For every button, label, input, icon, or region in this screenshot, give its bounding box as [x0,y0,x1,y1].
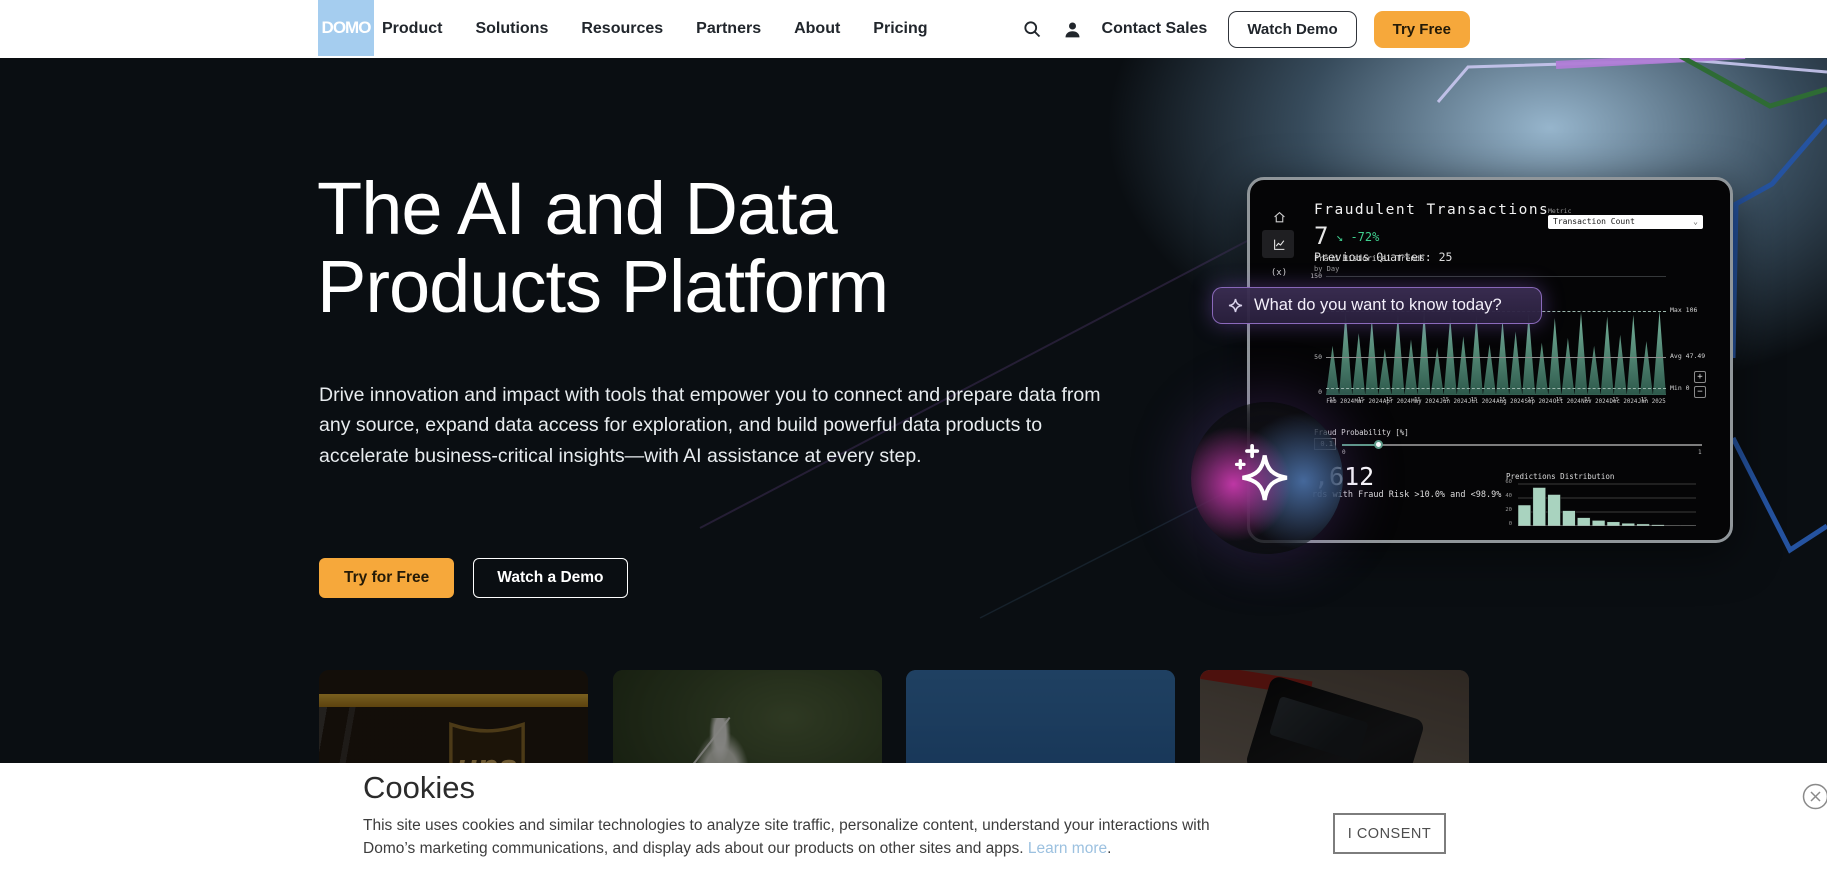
consent-button[interactable]: I CONSENT [1333,813,1446,854]
top-nav: DOMO Product Solutions Resources Partner… [0,0,1827,58]
nav-links: Product Solutions Resources Partners Abo… [382,0,928,58]
try-free-button[interactable]: Try Free [1374,11,1470,48]
nav-item-product[interactable]: Product [382,20,442,38]
chart-zoom-in-button[interactable]: + [1694,371,1706,383]
month-label: 115Mar 2024 [1354,397,1382,419]
kpi-value: 7 [1314,222,1328,250]
cookie-banner: Cookies This site uses cookies and simil… [0,763,1827,887]
month-label: 115Feb 2024 [1326,397,1354,419]
hero-title: The AI and Data Products Platform [317,170,888,327]
dashboard-title: Fraudulent Transactions [1314,202,1549,218]
ups-storefront-glass [319,707,429,763]
ups-shield-logo: ups [444,712,530,763]
card-building-sky[interactable] [906,670,1175,763]
account-icon[interactable] [1061,17,1085,41]
hist-ytick-0: 0 [1494,521,1512,527]
nav-item-solutions[interactable]: Solutions [475,20,548,38]
chart-icon[interactable] [1268,233,1290,255]
trend-chart-title: Fraud Historical Trends [1314,254,1425,263]
ai-prompt-tooltip[interactable]: What do you want to know today? [1212,287,1542,324]
golf-club [674,717,731,763]
hist-ytick-40: 40 [1494,493,1512,499]
customer-cards-row: ups [0,670,1827,763]
slider-min-label: 0 [1342,449,1346,456]
probability-slider-fill [1342,444,1378,446]
card-golfer[interactable] [613,670,882,763]
month-label: 115Sep 2024 [1524,397,1552,419]
search-icon[interactable] [1020,17,1044,41]
hero-description: Drive innovation and impact with tools t… [319,380,1109,471]
cookie-body: This site uses cookies and similar techn… [363,815,1263,861]
avg-line [1326,357,1666,358]
sparkle-icon [1227,297,1244,314]
variables-icon[interactable]: (x) [1268,262,1290,284]
cookie-close-icon[interactable] [1802,783,1827,810]
domo-logo[interactable]: DOMO [318,0,374,56]
learn-more-link[interactable]: Learn more [1028,840,1107,857]
building-corner [906,670,1175,763]
hero-section: The AI and Data Products Platform Drive … [0,58,1827,763]
probability-slider-track[interactable] [1342,444,1702,446]
annotation-avg: Avg 47.49 [1670,352,1705,360]
nav-item-partners[interactable]: Partners [696,20,761,38]
annotation-min: Min 0 [1670,384,1690,392]
ai-sparkle-icon [1224,437,1298,511]
kpi-delta: ↘ -72% [1336,230,1379,244]
min-line [1326,388,1666,389]
watch-demo-button[interactable]: Watch Demo [1228,11,1356,48]
card-ups-storefront[interactable]: ups [319,670,588,763]
month-label: 115Dec 2024 [1609,397,1637,419]
hist-ytick-60: 60 [1494,479,1512,485]
annotation-max: Max 106 [1670,306,1697,314]
try-for-free-button[interactable]: Try for Free [319,558,454,598]
contact-sales-link[interactable]: Contact Sales [1102,20,1208,38]
y-axis-150: 150 [1306,272,1322,280]
card-car-aerial[interactable] [1200,670,1469,763]
nav-actions: Contact Sales Watch Demo Try Free [1020,0,1470,58]
hero-cta-row: Try for Free Watch a Demo [319,558,628,598]
golfer-figure [685,718,755,763]
building-shadow-face [906,670,1175,763]
nav-item-about[interactable]: About [794,20,840,38]
month-label: 115Aug 2024 [1496,397,1524,419]
y-axis-50: 50 [1306,353,1322,361]
y-axis-0: 0 [1306,388,1322,396]
nav-item-pricing[interactable]: Pricing [873,20,927,38]
ai-assistant-orb[interactable] [1191,402,1343,554]
watch-a-demo-button[interactable]: Watch a Demo [473,558,627,598]
month-label: 115Jul 2024 [1468,397,1496,419]
ups-gold-stripe [319,694,588,707]
histogram-title: Predictions Distribution [1506,472,1614,481]
month-label: 115Nov 2024 [1581,397,1609,419]
home-icon[interactable] [1268,206,1290,228]
nav-item-resources[interactable]: Resources [581,20,663,38]
car-windshield [1269,696,1369,761]
metric-label: Metric [1548,207,1571,215]
hist-ytick-20: 20 [1494,507,1512,513]
red-curb-stripe [1200,670,1312,696]
svg-text:ups: ups [456,748,517,763]
predictions-histogram [1518,482,1696,526]
chevron-down-icon: ⌄ [1693,215,1698,229]
month-label: 115Jan 2025 [1638,397,1666,419]
car-body [1244,675,1425,763]
month-label: 115May 2024 [1411,397,1439,419]
cookie-title: Cookies [363,770,475,806]
month-label: 115Jun 2024 [1439,397,1467,419]
month-label: 115Apr 2024 [1383,397,1411,419]
trend-month-labels: 115Feb 2024115Mar 2024115Apr 2024115May … [1326,397,1666,419]
metric-dropdown[interactable]: Transaction Count⌄ [1548,215,1703,229]
month-label: 115Oct 2024 [1553,397,1581,419]
probability-slider-handle[interactable] [1374,440,1383,449]
chart-zoom-out-button[interactable]: − [1694,386,1706,398]
slider-max-label: 1 [1698,449,1702,456]
